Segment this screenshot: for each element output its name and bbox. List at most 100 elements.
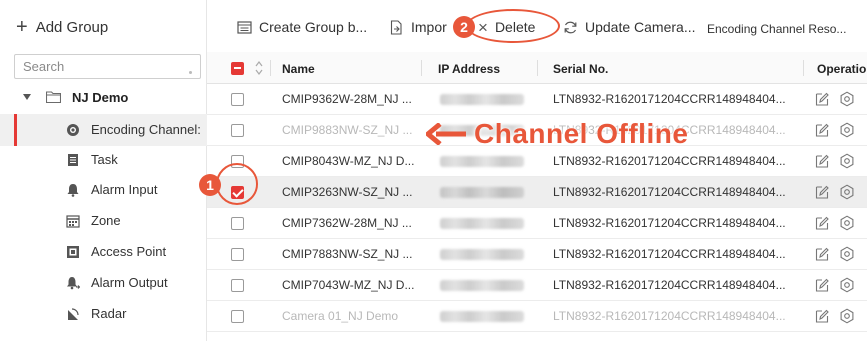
encoding-channel-reso-button[interactable]: Encoding Channel Reso... xyxy=(707,19,846,39)
radar-icon xyxy=(68,308,79,320)
row-checkbox[interactable] xyxy=(231,279,244,292)
edit-icon[interactable] xyxy=(814,153,830,169)
tree-item-task[interactable]: Task xyxy=(0,144,207,176)
cell-serial-no: LTN8932-R1620171204CCRR148948404... xyxy=(553,309,786,323)
settings-icon[interactable] xyxy=(839,122,855,138)
table-row[interactable]: CMIP9883NW-SZ_NJ ... LTN8932-R1620171204C… xyxy=(207,115,867,146)
tree-item-zone[interactable]: Zone xyxy=(0,205,207,237)
cell-name: CMIP9362W-28M_NJ ... xyxy=(282,92,412,106)
column-divider[interactable] xyxy=(537,60,538,76)
sort-icon[interactable] xyxy=(254,58,264,78)
table-row[interactable]: CMIP3263NW-SZ_NJ ... LTN8932-R1620171204C… xyxy=(207,177,867,208)
ip-address-redacted xyxy=(440,249,524,260)
tree-group-nj-demo[interactable]: NJ Demo xyxy=(0,86,207,110)
tree-item-alarm-output[interactable]: Alarm Output xyxy=(0,267,207,299)
ip-address-redacted xyxy=(440,156,524,167)
settings-icon[interactable] xyxy=(839,308,855,324)
table-row[interactable]: CMIP9362W-28M_NJ ... LTN8932-R1620171204C… xyxy=(207,84,867,115)
update-camera-button[interactable]: Update Camera... xyxy=(563,17,696,37)
header-name[interactable]: Name xyxy=(282,62,315,76)
encoding-channel-reso-label: Encoding Channel Reso... xyxy=(707,22,847,36)
table-row[interactable]: CMIP7883NW-SZ_NJ ... LTN8932-R1620171204C… xyxy=(207,239,867,270)
settings-icon[interactable] xyxy=(839,91,855,107)
tree-item-label: Task xyxy=(91,152,118,167)
ip-address-redacted xyxy=(440,94,524,105)
import-icon xyxy=(390,19,402,35)
folder-icon xyxy=(46,91,61,103)
table-row[interactable]: CMIP7043W-MZ_NJ D... LTN8932-R1620171204C… xyxy=(207,270,867,301)
edit-icon[interactable] xyxy=(814,184,830,200)
delete-highlight-ring xyxy=(466,9,560,43)
search-box[interactable] xyxy=(14,54,201,79)
row-checkbox[interactable] xyxy=(231,124,244,137)
encoding-channel-icon xyxy=(67,124,79,136)
tree-item-radar[interactable]: Radar xyxy=(0,298,207,330)
settings-icon[interactable] xyxy=(839,184,855,200)
select-all-checkbox[interactable] xyxy=(231,62,244,75)
column-divider[interactable] xyxy=(270,60,271,76)
header-operation: Operation xyxy=(817,62,867,76)
edit-icon[interactable] xyxy=(814,215,830,231)
cell-name: CMIP7362W-28M_NJ ... xyxy=(282,216,412,230)
caret-down-icon[interactable] xyxy=(23,94,31,100)
table-row[interactable]: CMIP7362W-28M_NJ ... LTN8932-R1620171204C… xyxy=(207,208,867,239)
search-handle-icon xyxy=(189,71,192,74)
ip-address-redacted xyxy=(440,125,524,136)
import-button[interactable]: Impor xyxy=(389,17,447,37)
plus-icon: + xyxy=(16,16,28,38)
column-divider[interactable] xyxy=(421,60,422,76)
update-camera-label: Update Camera... xyxy=(585,19,696,35)
tree-item-alarm-input[interactable]: Alarm Input xyxy=(0,174,207,206)
search-input[interactable] xyxy=(23,59,183,74)
row-checkbox[interactable] xyxy=(231,93,244,106)
add-group-button[interactable]: + Add Group xyxy=(16,15,108,39)
ip-address-redacted xyxy=(440,280,524,291)
settings-icon[interactable] xyxy=(839,215,855,231)
settings-icon[interactable] xyxy=(839,153,855,169)
tree-item-label: Alarm Input xyxy=(91,182,158,197)
tree-item-encoding-channel[interactable]: Encoding Channel: xyxy=(0,114,207,146)
header-ip-address[interactable]: IP Address xyxy=(438,62,500,76)
access-point-icon xyxy=(67,246,79,258)
cell-serial-no: LTN8932-R1620171204CCRR148948404... xyxy=(553,247,786,261)
tree-item-label: Alarm Output xyxy=(91,275,168,290)
cell-serial-no: LTN8932-R1620171204CCRR148948404... xyxy=(553,278,786,292)
task-icon xyxy=(68,154,78,166)
cell-name: CMIP3263NW-SZ_NJ ... xyxy=(282,185,413,199)
cell-name: CMIP8043W-MZ_NJ D... xyxy=(282,154,415,168)
tree-item-label: Radar xyxy=(91,306,127,321)
import-label: Impor xyxy=(411,19,447,35)
row-checkbox[interactable] xyxy=(231,217,244,230)
table-row[interactable]: Camera 01_NJ Demo LTN8932-R1620171204CCRR… xyxy=(207,301,867,332)
zone-icon xyxy=(66,215,80,228)
ip-address-redacted xyxy=(440,187,524,198)
row-checkbox[interactable] xyxy=(231,248,244,261)
group-name: NJ Demo xyxy=(72,90,129,105)
edit-icon[interactable] xyxy=(814,277,830,293)
settings-icon[interactable] xyxy=(839,277,855,293)
row-checkbox[interactable] xyxy=(231,310,244,323)
add-group-label: Add Group xyxy=(35,18,109,36)
alarm-input-icon xyxy=(67,184,79,197)
cell-name: CMIP7883NW-SZ_NJ ... xyxy=(282,247,413,261)
cell-serial-no: LTN8932-R1620171204CCRR148948404... xyxy=(553,92,786,106)
edit-icon[interactable] xyxy=(814,308,830,324)
create-group-icon xyxy=(237,20,252,34)
header-serial-no[interactable]: Serial No. xyxy=(553,62,608,76)
create-group-button[interactable]: Create Group b... xyxy=(237,17,367,37)
cell-name: CMIP9883NW-SZ_NJ ... xyxy=(282,123,413,137)
table-row[interactable]: CMIP8043W-MZ_NJ D... LTN8932-R1620171204C… xyxy=(207,146,867,177)
step-2-badge: 2 xyxy=(453,16,475,38)
tree-item-label: Encoding Channel: xyxy=(91,122,201,137)
table-header: Name IP Address Serial No. Operation xyxy=(207,52,867,84)
channel-table: Name IP Address Serial No. Operation CMI… xyxy=(207,52,867,341)
checkbox-highlight-ring xyxy=(216,163,258,205)
cell-name: Camera 01_NJ Demo xyxy=(282,309,399,323)
tree-item-access-point[interactable]: Access Point xyxy=(0,236,207,268)
ip-address-redacted xyxy=(440,218,524,229)
settings-icon[interactable] xyxy=(839,246,855,262)
column-divider[interactable] xyxy=(803,60,804,76)
edit-icon[interactable] xyxy=(814,122,830,138)
edit-icon[interactable] xyxy=(814,91,830,107)
edit-icon[interactable] xyxy=(814,246,830,262)
